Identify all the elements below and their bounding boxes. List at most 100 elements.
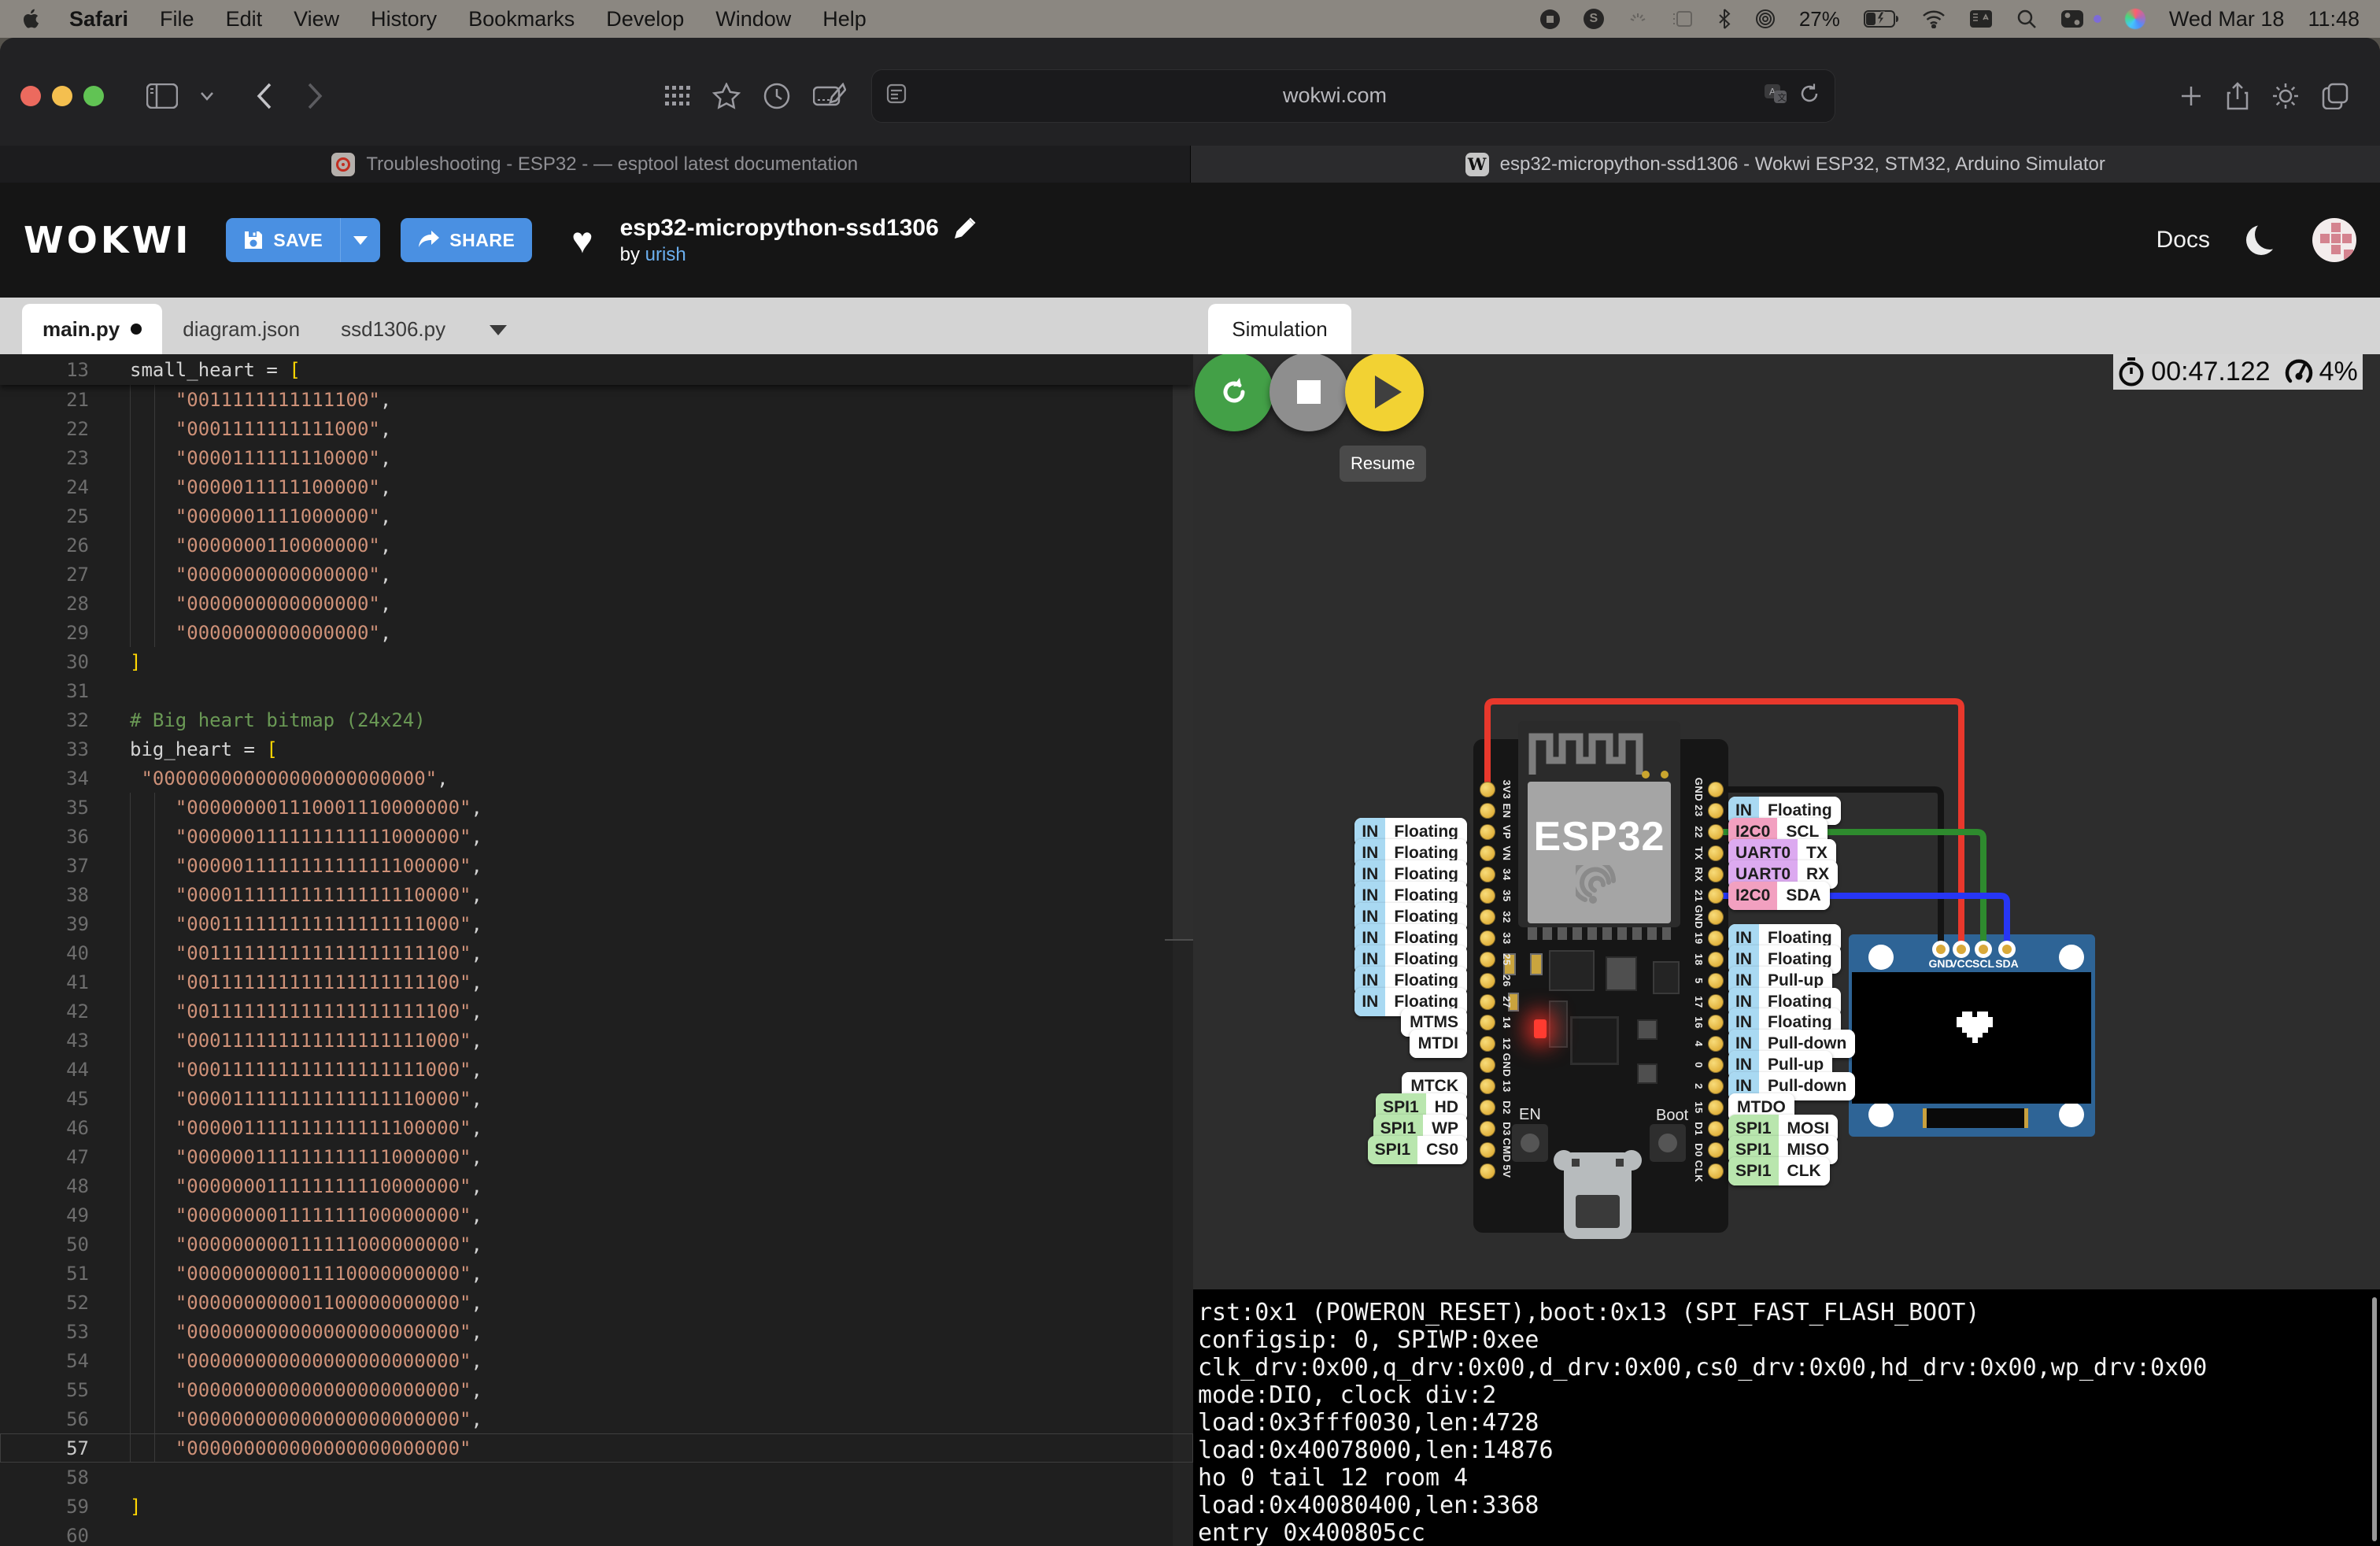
new-tab-icon[interactable] [2179, 83, 2204, 109]
history-clock-icon[interactable] [763, 82, 791, 110]
bluetooth-icon[interactable] [1717, 9, 1731, 29]
menu-help[interactable]: Help [822, 7, 867, 31]
sidebar-icon[interactable] [146, 83, 178, 109]
file-tabs-dropdown-icon[interactable] [490, 325, 507, 335]
translate-icon[interactable]: A文 [1764, 83, 1787, 108]
pin-23[interactable] [1708, 803, 1724, 819]
pin-18[interactable] [1708, 952, 1724, 967]
code-editor[interactable]: 13 small_heart = [ 21 "0011111111111100"… [0, 354, 1193, 1546]
tab-ssd1306-py[interactable]: ssd1306.py [320, 304, 466, 354]
wokwi-logo[interactable]: WOKWI [24, 219, 191, 261]
pin-15[interactable] [1708, 1100, 1724, 1115]
serial-console[interactable]: rst:0x1 (POWERON_RESET),boot:0x13 (SPI_F… [1193, 1289, 2380, 1546]
forward-button[interactable] [307, 83, 323, 109]
screen-mirroring-icon[interactable] [1672, 9, 1694, 28]
reload-icon[interactable] [1798, 83, 1820, 109]
edit-pencil-icon[interactable] [953, 216, 977, 240]
screen-record-icon[interactable] [1540, 9, 1560, 29]
pin-d3[interactable] [1480, 1121, 1495, 1137]
pin-4[interactable] [1708, 1036, 1724, 1052]
address-bar[interactable]: wokwi.com A文 [871, 69, 1835, 123]
pin-d1[interactable] [1708, 1121, 1724, 1137]
siri-icon[interactable] [2125, 9, 2145, 29]
pin-0[interactable] [1708, 1057, 1724, 1073]
oled-pin-vcc[interactable] [1953, 941, 1970, 958]
pin-gnd[interactable] [1708, 909, 1724, 925]
menu-safari[interactable]: Safari [69, 7, 128, 31]
url-text[interactable]: wokwi.com [907, 83, 1764, 108]
pin-22[interactable] [1708, 824, 1724, 840]
oled-pin-scl[interactable] [1975, 941, 1992, 958]
pin-d2[interactable] [1480, 1100, 1495, 1115]
pin-19[interactable] [1708, 930, 1724, 946]
pin-16[interactable] [1708, 1015, 1724, 1030]
like-heart-icon[interactable]: ♥ [571, 222, 593, 258]
menu-edit[interactable]: Edit [226, 7, 263, 31]
pin-13[interactable] [1480, 1078, 1495, 1094]
close-window-button[interactable] [20, 86, 41, 106]
autofill-icon[interactable] [813, 83, 846, 109]
tab-main-py[interactable]: main.py [22, 304, 162, 354]
favorites-star-icon[interactable] [712, 83, 741, 109]
airdrop-icon[interactable] [1755, 9, 1776, 29]
settings-gear-icon[interactable] [2271, 82, 2300, 110]
share-button[interactable]: SHARE [401, 218, 532, 262]
menubar-time[interactable]: 11:48 [2308, 7, 2360, 31]
pin-clk[interactable] [1708, 1163, 1724, 1179]
pin-25[interactable] [1480, 952, 1495, 967]
menu-bookmarks[interactable]: Bookmarks [468, 7, 575, 31]
menu-develop[interactable]: Develop [606, 7, 684, 31]
pin-35[interactable] [1480, 888, 1495, 904]
oled-pin-sda[interactable] [1998, 941, 2016, 958]
browser-tab-esptool[interactable]: Troubleshooting - ESP32 - — esptool late… [0, 146, 1191, 183]
keyboard-brightness-icon[interactable] [1628, 9, 1648, 29]
pin-17[interactable] [1708, 994, 1724, 1010]
pin-gnd[interactable] [1708, 782, 1724, 797]
user-avatar[interactable] [2312, 218, 2356, 262]
pin-vn[interactable] [1480, 845, 1495, 861]
menu-window[interactable]: Window [715, 7, 791, 31]
page-settings-icon[interactable] [886, 83, 907, 108]
save-dropdown-button[interactable] [340, 218, 380, 262]
oled-pin-gnd[interactable] [1932, 941, 1949, 958]
pin-14[interactable] [1480, 1015, 1495, 1030]
author-link[interactable]: urish [645, 244, 686, 265]
menu-history[interactable]: History [371, 7, 437, 31]
wifi-icon[interactable] [1922, 9, 1946, 28]
pin-3v3[interactable] [1480, 782, 1495, 797]
browser-tab-wokwi[interactable]: W esp32-micropython-ssd1306 - Wokwi ESP3… [1191, 146, 2380, 183]
spotlight-icon[interactable] [2016, 9, 2037, 29]
input-source-icon[interactable] [1969, 9, 1993, 28]
tab-diagram-json[interactable]: diagram.json [162, 304, 320, 354]
pin-34[interactable] [1480, 867, 1495, 882]
pin-5v[interactable] [1480, 1163, 1495, 1179]
tab-simulation[interactable]: Simulation [1208, 304, 1351, 354]
chevron-down-icon[interactable] [200, 91, 214, 101]
tab-overview-icon[interactable] [663, 84, 690, 108]
console-scrollbar[interactable] [2372, 1297, 2377, 1541]
dark-mode-moon-icon[interactable] [2246, 225, 2276, 255]
pin-gnd[interactable] [1480, 1057, 1495, 1073]
pin-5[interactable] [1708, 973, 1724, 989]
pin-d0[interactable] [1708, 1142, 1724, 1158]
pin-21[interactable] [1708, 888, 1724, 904]
docs-link[interactable]: Docs [2156, 227, 2210, 253]
pin-33[interactable] [1480, 930, 1495, 946]
pin-en[interactable] [1480, 803, 1495, 819]
menu-view[interactable]: View [294, 7, 339, 31]
shazam-icon[interactable]: S [1584, 9, 1604, 29]
pin-vp[interactable] [1480, 824, 1495, 840]
pin-27[interactable] [1480, 994, 1495, 1010]
menu-file[interactable]: File [160, 7, 194, 31]
share-icon[interactable] [2226, 82, 2249, 110]
apple-menu-icon[interactable] [20, 8, 39, 30]
pin-cmd[interactable] [1480, 1142, 1495, 1158]
simulation-canvas[interactable]: ESP32 [1193, 354, 2380, 1289]
zoom-window-button[interactable] [83, 86, 104, 106]
pin-rx[interactable] [1708, 867, 1724, 882]
back-button[interactable] [257, 83, 272, 109]
save-button[interactable]: SAVE [226, 218, 340, 262]
control-center-icon[interactable] [2060, 9, 2084, 28]
pin-12[interactable] [1480, 1036, 1495, 1052]
tabs-copy-icon[interactable] [2322, 83, 2349, 109]
